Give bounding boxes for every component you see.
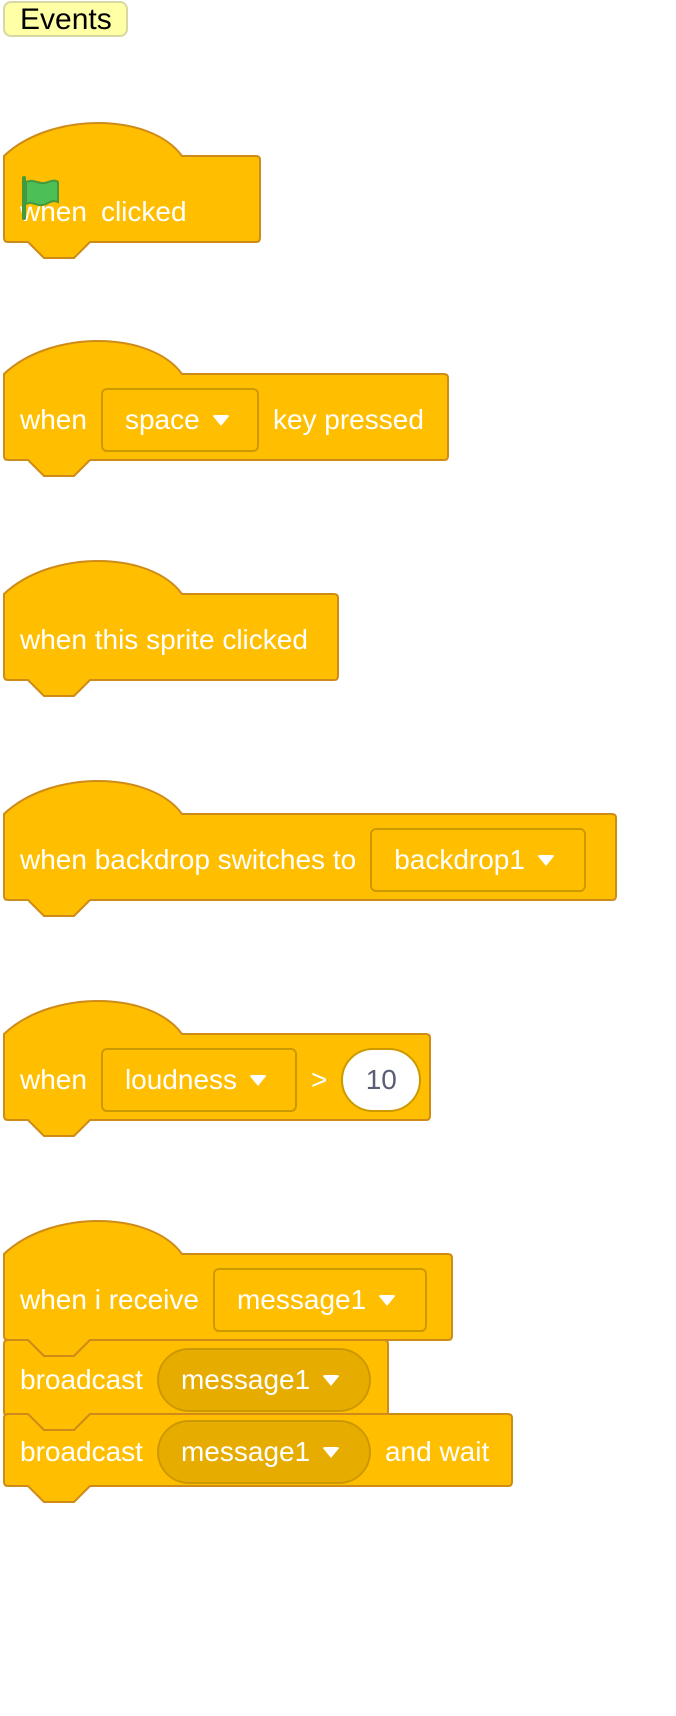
sensor-dropdown-value: loudness [124,1064,238,1095]
key-dropdown-value: space [124,404,200,435]
greater-than-operator: > [310,1064,328,1095]
key-dropdown[interactable]: space [100,388,259,452]
broadcast-label: broadcast [20,1364,143,1395]
message-dropdown-value: message1 [236,1284,367,1315]
when-label: when [20,1064,87,1095]
key-pressed-label: key pressed [272,404,424,435]
sensor-dropdown[interactable]: loudness [100,1048,297,1112]
chevron-down-icon [249,1074,268,1086]
clicked-label: clicked [100,196,187,227]
and-wait-label: and wait [384,1436,490,1467]
chevron-down-icon [536,854,555,866]
category-label-events: Events [3,1,128,37]
broadcast-wait-message-dropdown[interactable]: message1 [156,1420,371,1484]
green-flag-icon [22,176,59,220]
threshold-input[interactable]: 10 [341,1048,422,1112]
chevron-down-icon [322,1374,341,1386]
when-backdrop-switches-label: when backdrop switches to [20,844,357,875]
broadcast-message-dropdown[interactable]: message1 [156,1348,371,1412]
when-i-receive-label: when i receive [20,1284,199,1315]
chevron-down-icon [322,1446,341,1458]
broadcast-wait-message-value: message1 [180,1436,311,1467]
broadcast-label: broadcast [20,1436,143,1467]
chevron-down-icon [211,414,230,426]
when-this-sprite-clicked-label: when this sprite clicked [20,624,308,655]
when-label: when [20,404,87,435]
backdrop-dropdown-value: backdrop1 [394,844,525,875]
broadcast-message-value: message1 [180,1364,311,1395]
backdrop-dropdown[interactable]: backdrop1 [370,828,587,892]
chevron-down-icon [378,1294,397,1306]
message-dropdown[interactable]: message1 [212,1268,427,1332]
